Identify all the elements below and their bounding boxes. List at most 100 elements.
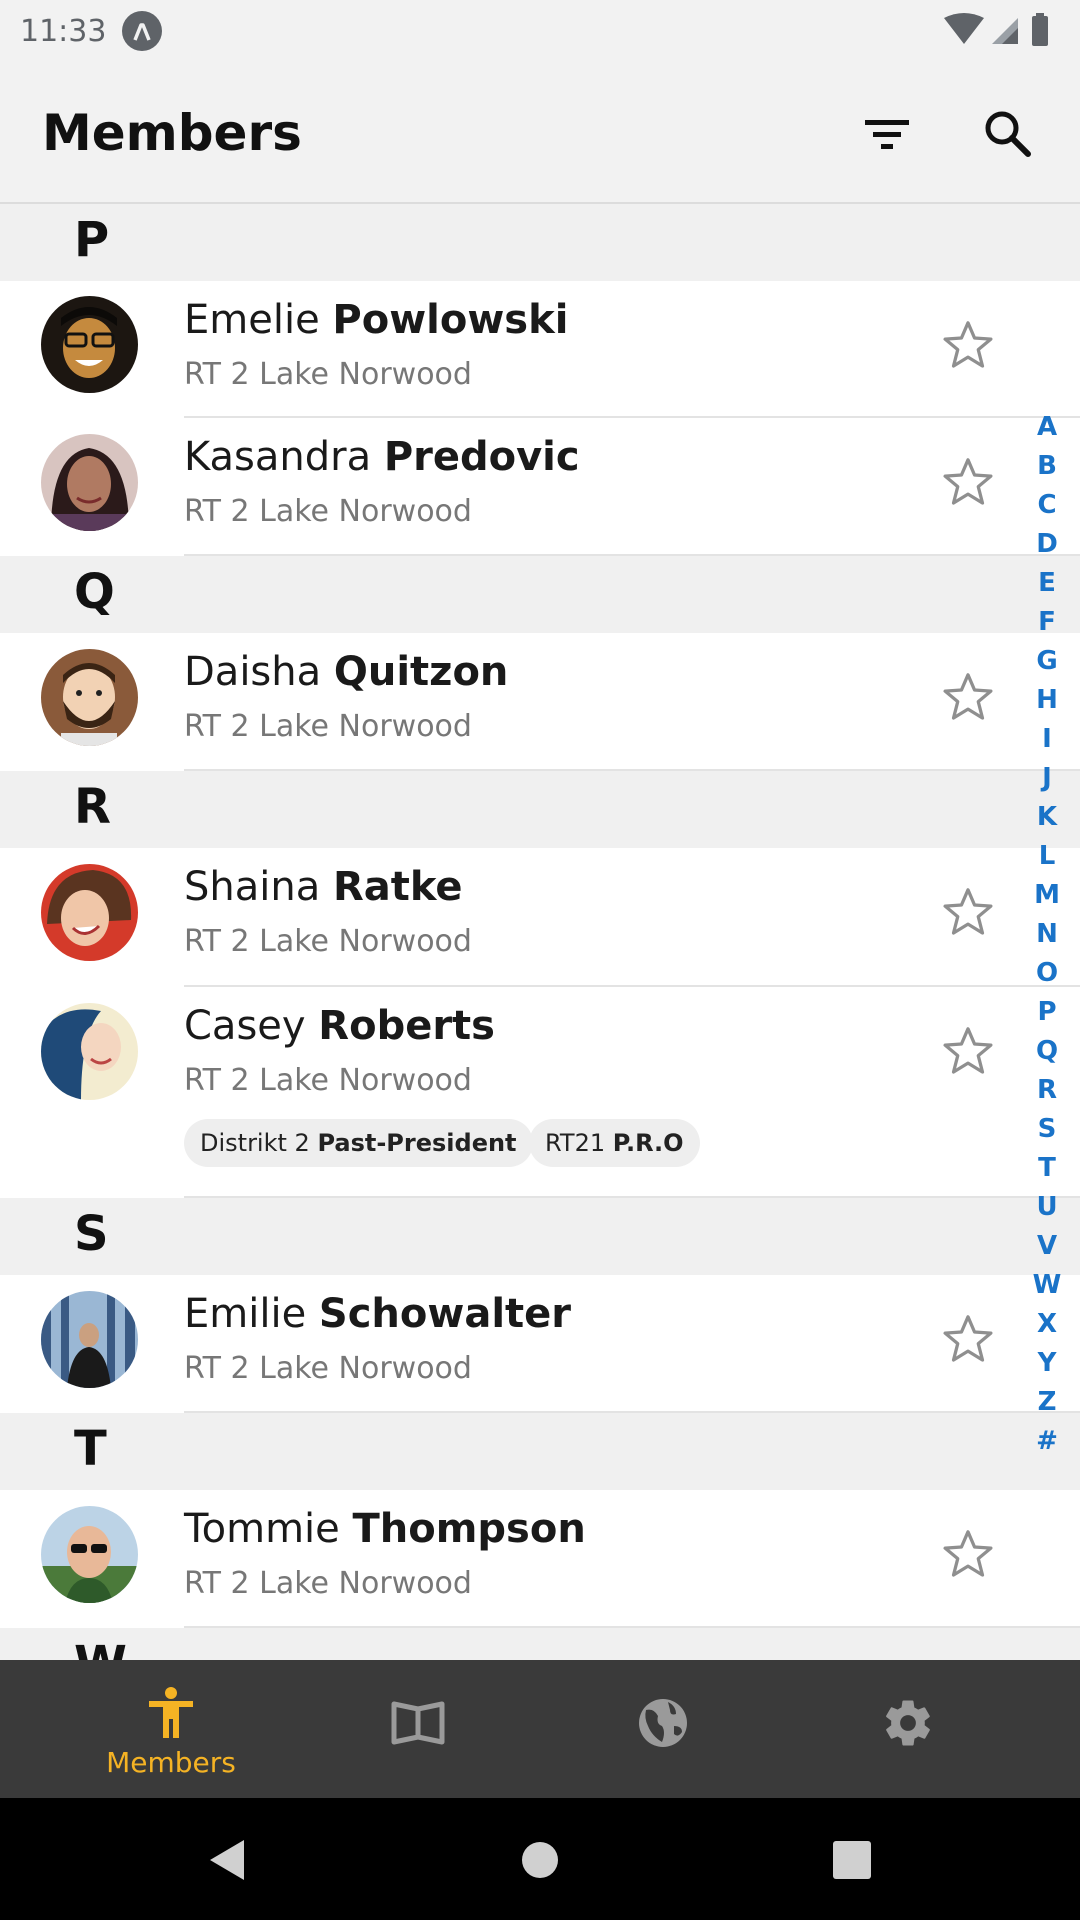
favorite-button[interactable] — [940, 1023, 996, 1079]
favorite-button[interactable] — [940, 454, 996, 510]
alphabet-index-letter[interactable]: W — [1030, 1266, 1064, 1305]
nav-book[interactable] — [283, 1660, 553, 1798]
alphabet-index-letter[interactable]: H — [1030, 681, 1064, 720]
alphabet-index-letter[interactable]: D — [1030, 525, 1064, 564]
chip-prefix: RT21 — [545, 1129, 613, 1157]
recents-button[interactable] — [820, 1828, 884, 1892]
member-row[interactable]: Emelie Powlowski RT 2 Lake Norwood — [0, 281, 1080, 418]
member-subtitle: RT 2 Lake Norwood — [184, 1566, 472, 1601]
alphabet-index[interactable]: A B C D E F G H I J K L M N O P Q R S T U V W X Y Z # — [1030, 408, 1064, 1461]
filter-button[interactable] — [851, 98, 923, 170]
favorite-button[interactable] — [940, 669, 996, 725]
alphabet-index-letter[interactable]: V — [1030, 1227, 1064, 1266]
alphabet-index-letter[interactable]: X — [1030, 1305, 1064, 1344]
alphabet-index-letter[interactable]: S — [1030, 1110, 1064, 1149]
book-icon — [391, 1701, 445, 1745]
home-circle-icon — [522, 1842, 558, 1878]
favorite-button[interactable] — [940, 884, 996, 940]
member-name: Emelie Powlowski — [184, 297, 568, 343]
member-list[interactable]: P Emelie Powlowski RT 2 Lake Norwood Kas… — [0, 204, 1080, 1660]
last-name: Predovic — [383, 434, 580, 480]
search-icon — [985, 111, 1031, 157]
alphabet-index-letter[interactable]: E — [1030, 564, 1064, 603]
nav-globe[interactable] — [528, 1660, 798, 1798]
system-navigation-bar — [0, 1798, 1080, 1920]
section-letter: P — [74, 212, 110, 268]
first-name: Casey — [184, 1003, 306, 1049]
status-time: 11:33 — [20, 14, 107, 49]
avatar — [41, 1291, 138, 1388]
star-outline-icon — [943, 1027, 993, 1074]
member-subtitle: RT 2 Lake Norwood — [184, 1063, 472, 1098]
favorite-button[interactable] — [940, 1311, 996, 1367]
last-name: Roberts — [318, 1003, 495, 1049]
member-row[interactable]: Shaina Ratke RT 2 Lake Norwood — [0, 848, 1080, 987]
star-outline-icon — [943, 1315, 993, 1362]
alphabet-index-letter[interactable]: T — [1030, 1149, 1064, 1188]
section-header-w: W — [0, 1628, 1080, 1660]
wifi-icon — [944, 13, 984, 44]
first-name: Emilie — [184, 1291, 307, 1337]
status-icons — [942, 12, 1062, 52]
member-row[interactable]: Daisha Quitzon RT 2 Lake Norwood — [0, 633, 1080, 771]
alphabet-index-letter[interactable]: B — [1030, 447, 1064, 486]
gear-icon — [886, 1700, 930, 1746]
alphabet-index-letter[interactable]: G — [1030, 642, 1064, 681]
member-subtitle: RT 2 Lake Norwood — [184, 924, 472, 959]
alphabet-index-letter[interactable]: J — [1030, 759, 1064, 798]
member-subtitle: RT 2 Lake Norwood — [184, 709, 472, 744]
last-name: Quitzon — [333, 649, 509, 695]
first-name: Tommie — [184, 1506, 340, 1552]
member-name: Emilie Schowalter — [184, 1291, 571, 1337]
alphabet-index-letter[interactable]: L — [1030, 837, 1064, 876]
alphabet-index-letter[interactable]: C — [1030, 486, 1064, 525]
alphabet-index-letter[interactable]: A — [1030, 408, 1064, 447]
section-header-p: P — [0, 204, 1080, 281]
back-button[interactable] — [194, 1828, 258, 1892]
star-outline-icon — [943, 1530, 993, 1577]
member-name: Kasandra Predovic — [184, 434, 580, 480]
chip-role: Past-President — [317, 1129, 517, 1157]
search-button[interactable] — [972, 98, 1044, 170]
battery-icon — [1032, 16, 1048, 46]
alphabet-index-letter[interactable]: # — [1030, 1422, 1064, 1461]
app-root: 11:33 Members P Emelie Powlowski RT 2 La… — [0, 0, 1080, 1920]
alphabet-index-letter[interactable]: O — [1030, 954, 1064, 993]
role-chip: Distrikt 2 Past-President — [184, 1119, 533, 1167]
member-row[interactable]: Casey Roberts RT 2 Lake Norwood Distrikt… — [0, 987, 1080, 1198]
alphabet-index-letter[interactable]: M — [1030, 876, 1064, 915]
alphabet-index-letter[interactable]: Y — [1030, 1344, 1064, 1383]
alphabet-index-letter[interactable]: U — [1030, 1188, 1064, 1227]
first-name: Shaina — [184, 864, 321, 910]
bottom-navigation: Members — [0, 1660, 1080, 1798]
section-header-t: T — [0, 1413, 1080, 1490]
page-title: Members — [42, 104, 302, 162]
alphabet-index-letter[interactable]: Q — [1030, 1032, 1064, 1071]
alphabet-index-letter[interactable]: K — [1030, 798, 1064, 837]
nav-settings[interactable] — [773, 1660, 1043, 1798]
star-outline-icon — [943, 888, 993, 935]
last-name: Schowalter — [318, 1291, 572, 1337]
alphabet-index-letter[interactable]: P — [1030, 993, 1064, 1032]
chip-prefix: Distrikt 2 — [200, 1129, 318, 1157]
alphabet-index-letter[interactable]: Z — [1030, 1383, 1064, 1422]
app-bar: Members — [0, 62, 1080, 204]
member-row[interactable]: Kasandra Predovic RT 2 Lake Norwood — [0, 418, 1080, 556]
member-row[interactable]: Tommie Thompson RT 2 Lake Norwood — [0, 1490, 1080, 1628]
favorite-button[interactable] — [940, 1526, 996, 1582]
alphabet-index-letter[interactable]: R — [1030, 1071, 1064, 1110]
nav-members[interactable]: Members — [36, 1660, 306, 1798]
alphabet-index-letter[interactable]: N — [1030, 915, 1064, 954]
favorite-button[interactable] — [940, 317, 996, 373]
avatar — [41, 296, 138, 393]
member-subtitle: RT 2 Lake Norwood — [184, 357, 472, 392]
alphabet-index-letter[interactable]: I — [1030, 720, 1064, 759]
avatar — [41, 864, 138, 961]
member-row[interactable]: Emilie Schowalter RT 2 Lake Norwood — [0, 1275, 1080, 1413]
recents-square-icon — [833, 1841, 871, 1879]
home-button[interactable] — [508, 1828, 572, 1892]
avatar — [41, 1003, 138, 1100]
alphabet-index-letter[interactable]: F — [1030, 603, 1064, 642]
avatar — [41, 1506, 138, 1603]
star-outline-icon — [943, 673, 993, 720]
